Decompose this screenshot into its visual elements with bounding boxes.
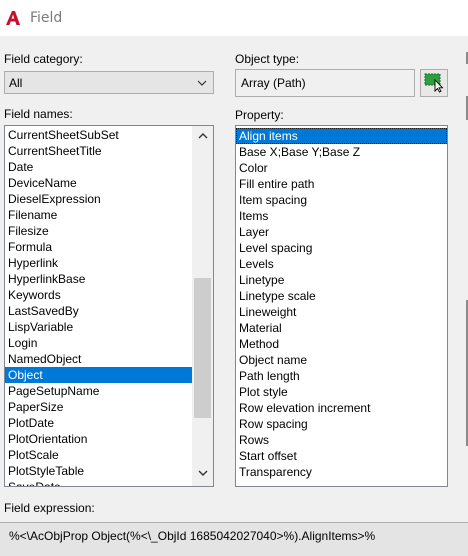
property-item[interactable]: Rows bbox=[236, 432, 447, 448]
field-names-item[interactable]: Date bbox=[5, 159, 192, 175]
object-type-field: Array (Path) bbox=[235, 69, 415, 97]
property-item[interactable]: Plot style bbox=[236, 384, 447, 400]
field-names-item[interactable]: NamedObject bbox=[5, 351, 192, 367]
property-item[interactable]: Lineweight bbox=[236, 304, 447, 320]
object-type-value: Array (Path) bbox=[241, 76, 306, 90]
property-item[interactable]: Items bbox=[236, 208, 447, 224]
field-names-item[interactable]: Hyperlink bbox=[5, 255, 192, 271]
field-names-item[interactable]: PlotScale bbox=[5, 447, 192, 463]
field-names-item[interactable]: CurrentSheetTitle bbox=[5, 143, 192, 159]
field-names-item[interactable]: LastSavedBy bbox=[5, 303, 192, 319]
field-names-item[interactable]: Filename bbox=[5, 207, 192, 223]
field-names-scrollbar[interactable] bbox=[192, 126, 213, 486]
field-expression-field[interactable]: %<\AcObjProp Object(%<\_ObjId 1685042027… bbox=[0, 522, 468, 556]
field-names-item[interactable]: Object bbox=[5, 367, 192, 383]
field-expression-label: Field expression: bbox=[4, 501, 95, 515]
select-object-button[interactable] bbox=[420, 69, 448, 97]
title-bar: Field bbox=[0, 0, 468, 36]
field-names-item[interactable]: PaperSize bbox=[5, 399, 192, 415]
property-item[interactable]: Object name bbox=[236, 352, 447, 368]
property-item[interactable]: Color bbox=[236, 160, 447, 176]
field-names-item[interactable]: PageSetupName bbox=[5, 383, 192, 399]
property-item[interactable]: Transparency bbox=[236, 464, 447, 480]
field-names-item[interactable]: PlotOrientation bbox=[5, 431, 192, 447]
property-item[interactable]: Row spacing bbox=[236, 416, 447, 432]
field-category-label: Field category: bbox=[4, 52, 83, 66]
property-items: Align items Base X;Base Y;Base Z Color Fill… bbox=[236, 128, 447, 480]
property-item[interactable]: Row elevation increment bbox=[236, 400, 447, 416]
field-names-item[interactable]: Filesize bbox=[5, 223, 192, 239]
property-item[interactable]: Level spacing bbox=[236, 240, 447, 256]
property-label: Property: bbox=[235, 108, 284, 122]
field-names-item[interactable]: LispVariable bbox=[5, 319, 192, 335]
field-category-value: All bbox=[9, 76, 23, 90]
property-item[interactable]: Path length bbox=[236, 368, 447, 384]
chevron-down-icon bbox=[194, 75, 210, 91]
property-item[interactable]: Fill entire path bbox=[236, 176, 447, 192]
property-item[interactable]: Align items bbox=[236, 128, 447, 144]
property-item[interactable]: Base X;Base Y;Base Z bbox=[236, 144, 447, 160]
field-category-select[interactable]: All bbox=[4, 71, 214, 94]
field-names-item[interactable]: Formula bbox=[5, 239, 192, 255]
field-names-list[interactable]: CurrentSheetSubSet CurrentSheetTitle Date D… bbox=[4, 125, 214, 487]
field-names-item[interactable]: HyperlinkBase bbox=[5, 271, 192, 287]
property-item[interactable]: Material bbox=[236, 320, 447, 336]
property-item[interactable]: Linetype scale bbox=[236, 288, 447, 304]
field-names-item[interactable]: DeviceName bbox=[5, 175, 192, 191]
field-names-item[interactable]: CurrentSheetSubSet bbox=[5, 127, 192, 143]
scroll-down-button[interactable] bbox=[192, 465, 213, 482]
scroll-up-button[interactable] bbox=[192, 128, 213, 145]
object-type-label: Object type: bbox=[235, 52, 300, 66]
property-item[interactable]: Levels bbox=[236, 256, 447, 272]
select-objects-icon bbox=[423, 71, 445, 96]
chevron-down-icon bbox=[197, 467, 209, 481]
field-expression-value: %<\AcObjProp Object(%<\_ObjId 1685042027… bbox=[9, 529, 376, 543]
property-item[interactable]: Method bbox=[236, 336, 447, 352]
field-names-item[interactable]: Keywords bbox=[5, 287, 192, 303]
scrollbar-thumb[interactable] bbox=[194, 278, 211, 418]
field-names-item[interactable]: PlotDate bbox=[5, 415, 192, 431]
chevron-up-icon bbox=[197, 130, 209, 144]
field-names-item[interactable]: Login bbox=[5, 335, 192, 351]
property-item[interactable]: Start offset bbox=[236, 448, 447, 464]
window-title: Field bbox=[30, 10, 63, 26]
property-item[interactable]: Item spacing bbox=[236, 192, 447, 208]
field-names-label: Field names: bbox=[4, 107, 73, 121]
field-names-item[interactable]: PlotStyleTable bbox=[5, 463, 192, 479]
field-names-items: CurrentSheetSubSet CurrentSheetTitle Date D… bbox=[5, 127, 192, 486]
property-item[interactable]: Layer bbox=[236, 224, 447, 240]
property-list[interactable]: Align items Base X;Base Y;Base Z Color Fill… bbox=[235, 125, 448, 487]
field-names-item[interactable]: DieselExpression bbox=[5, 191, 192, 207]
property-item[interactable]: Linetype bbox=[236, 272, 447, 288]
field-names-item[interactable]: SaveDate bbox=[5, 479, 192, 486]
autocad-logo-icon bbox=[4, 9, 22, 27]
